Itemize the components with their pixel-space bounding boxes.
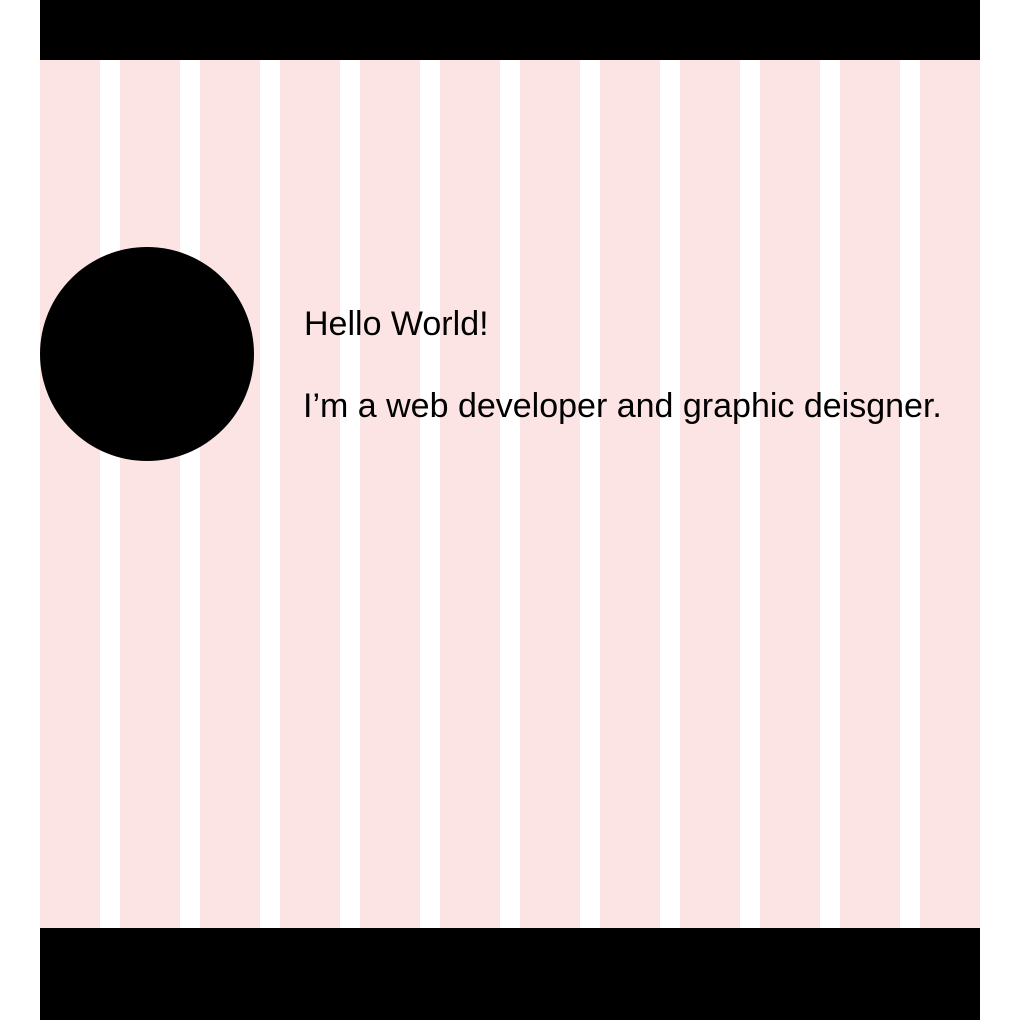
grid-column: [40, 60, 100, 928]
header-bar: [40, 0, 980, 60]
greeting-heading: Hello World!: [304, 305, 489, 343]
page: Hello World! I’m a web developer and gra…: [0, 0, 1020, 1020]
grid-column: [200, 60, 260, 928]
grid-column: [920, 60, 980, 928]
grid-column: [360, 60, 420, 928]
grid-column: [120, 60, 180, 928]
layout-grid-overlay: [40, 60, 980, 928]
grid-column: [280, 60, 340, 928]
grid-column: [600, 60, 660, 928]
grid-column: [760, 60, 820, 928]
intro-section: Hello World! I’m a web developer and gra…: [303, 304, 942, 426]
grid-column: [440, 60, 500, 928]
tagline-text: I’m a web developer and graphic deisgner…: [303, 387, 942, 425]
footer-bar: [40, 928, 980, 1020]
grid-column: [840, 60, 900, 928]
grid-column: [520, 60, 580, 928]
grid-column: [680, 60, 740, 928]
avatar: [40, 247, 254, 461]
